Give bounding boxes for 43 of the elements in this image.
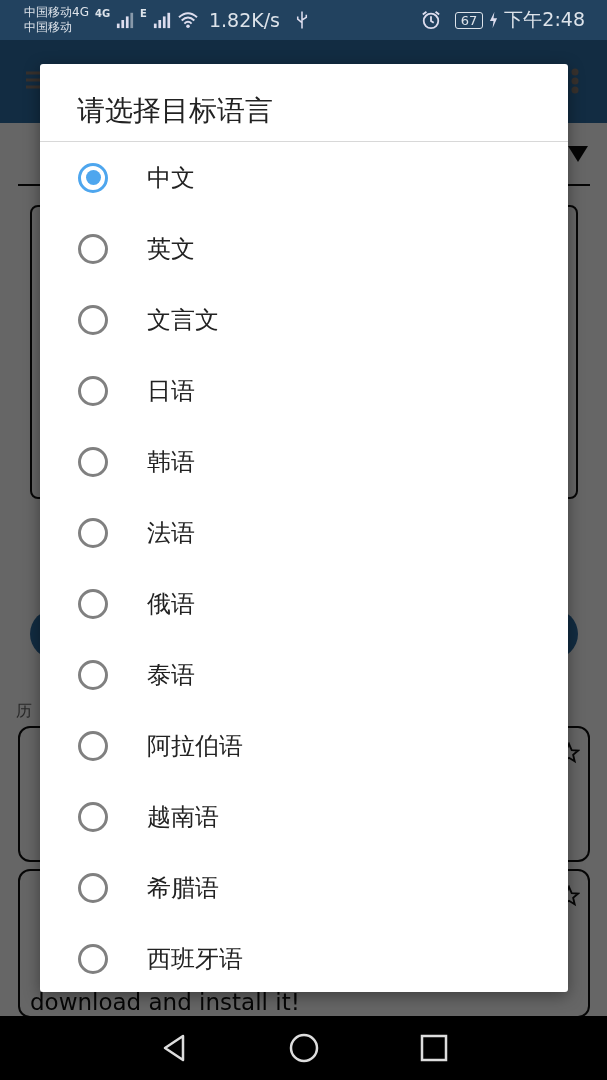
- language-option[interactable]: 越南语: [147, 800, 219, 833]
- radio-button[interactable]: [78, 872, 108, 903]
- wifi-icon: [176, 11, 199, 29]
- history-text: download and install it!: [30, 990, 300, 1016]
- radio-button[interactable]: [78, 233, 108, 264]
- radio-button[interactable]: [78, 375, 108, 406]
- language-option[interactable]: 日语: [147, 374, 195, 407]
- signal-icon: [116, 11, 135, 29]
- language-option[interactable]: 希腊语: [147, 871, 219, 904]
- radio-button[interactable]: [78, 588, 108, 619]
- radio-button[interactable]: [78, 517, 108, 548]
- signal-icon: [152, 11, 171, 29]
- language-option[interactable]: 阿拉伯语: [147, 729, 243, 762]
- charging-icon: [489, 11, 499, 29]
- radio-button[interactable]: [78, 304, 108, 335]
- network-type: 4G: [94, 8, 111, 19]
- dialog-title: 请选择目标语言: [40, 64, 568, 142]
- carrier-name: 中国移动4G: [24, 5, 89, 20]
- language-option[interactable]: 法语: [147, 516, 195, 549]
- language-option[interactable]: 西班牙语: [147, 942, 243, 975]
- network-type: E: [140, 8, 147, 19]
- language-option[interactable]: 文言文: [147, 303, 219, 336]
- usb-icon: [296, 10, 309, 30]
- carrier-name: 中国移动: [24, 20, 73, 35]
- alarm-icon: [420, 10, 441, 30]
- history-label: 历: [16, 701, 33, 722]
- language-option[interactable]: 英文: [147, 232, 195, 265]
- battery-level: 67: [454, 11, 484, 29]
- dropdown-caret-icon[interactable]: [568, 145, 588, 162]
- language-option[interactable]: 泰语: [147, 658, 195, 691]
- network-speed: 1.82K/s: [208, 9, 281, 31]
- clock-time: 下午2:48: [504, 7, 585, 32]
- home-icon[interactable]: [288, 1033, 319, 1063]
- recents-icon[interactable]: [418, 1033, 449, 1063]
- language-option[interactable]: 中文: [147, 161, 195, 194]
- radio-button[interactable]: [78, 801, 108, 832]
- radio-button[interactable]: [78, 446, 108, 477]
- language-option[interactable]: 韩语: [147, 445, 195, 478]
- radio-button[interactable]: [78, 943, 108, 974]
- radio-button[interactable]: [78, 659, 108, 690]
- radio-button[interactable]: [78, 730, 108, 761]
- language-option[interactable]: 俄语: [147, 587, 195, 620]
- radio-button[interactable]: [78, 162, 108, 193]
